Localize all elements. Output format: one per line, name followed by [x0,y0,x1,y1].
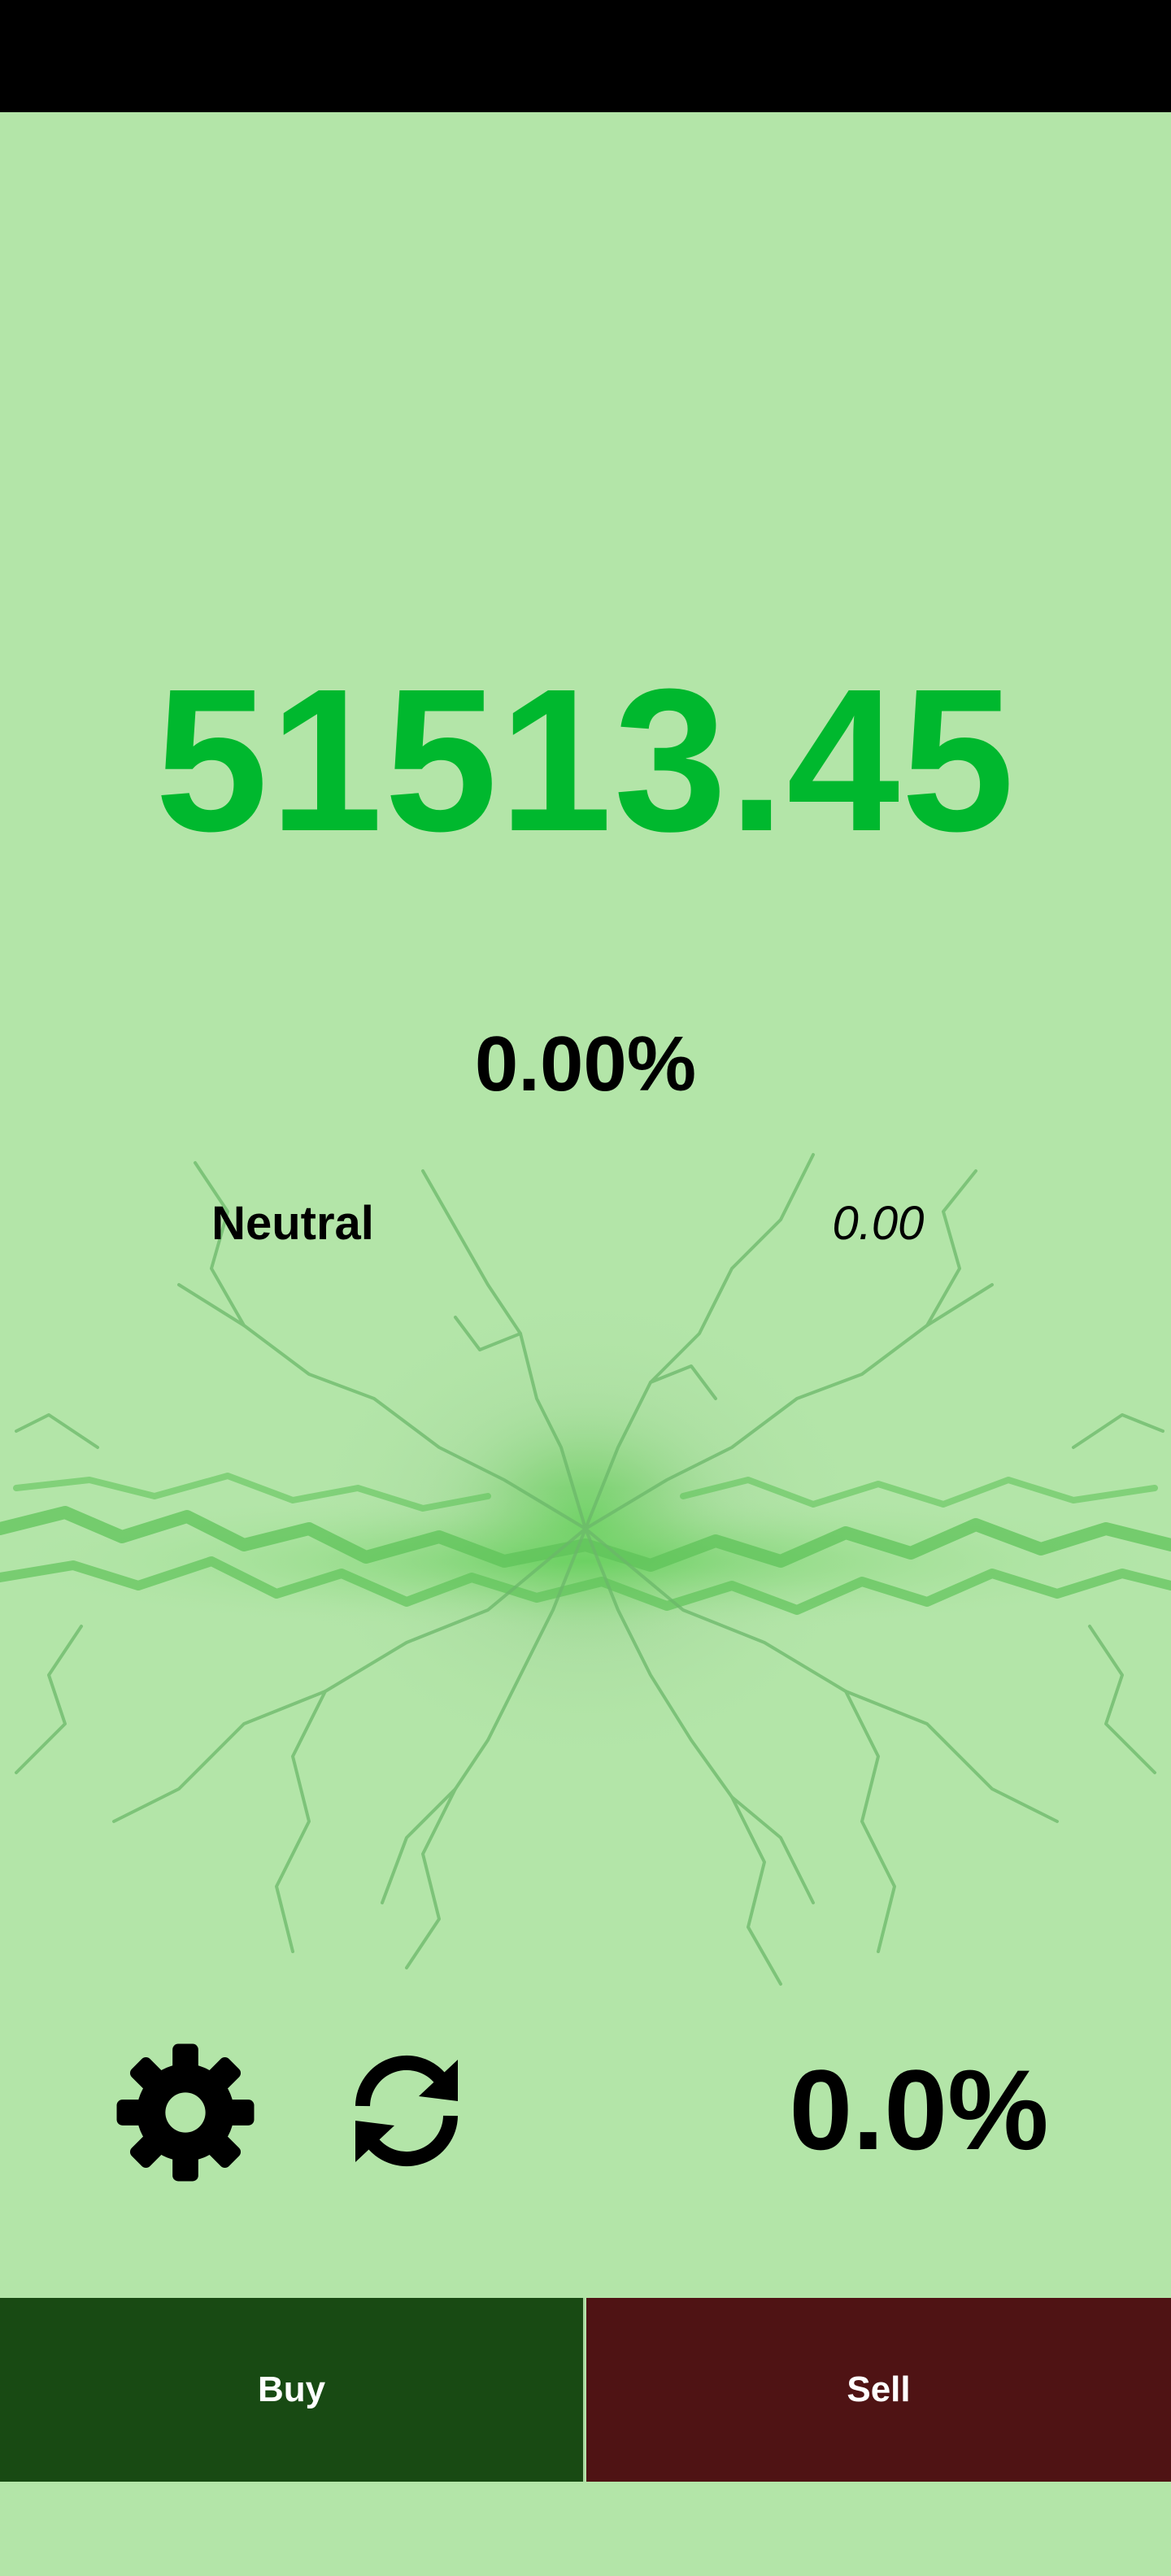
settings-button[interactable] [111,2038,260,2187]
status-bar [0,0,1171,112]
refresh-button[interactable] [342,2046,472,2176]
sentiment-label: Neutral [211,1197,374,1250]
price-change-percent: 0.00% [474,1020,697,1107]
price-display: 51513.45 [155,646,1016,873]
buy-button[interactable]: Buy [0,2298,585,2482]
refresh-icon [355,2055,458,2167]
position-percent: 0.0% [789,2046,1049,2174]
gear-icon [116,2043,255,2182]
sentiment-value: 0.00 [832,1197,925,1250]
sell-button[interactable]: Sell [586,2298,1171,2482]
